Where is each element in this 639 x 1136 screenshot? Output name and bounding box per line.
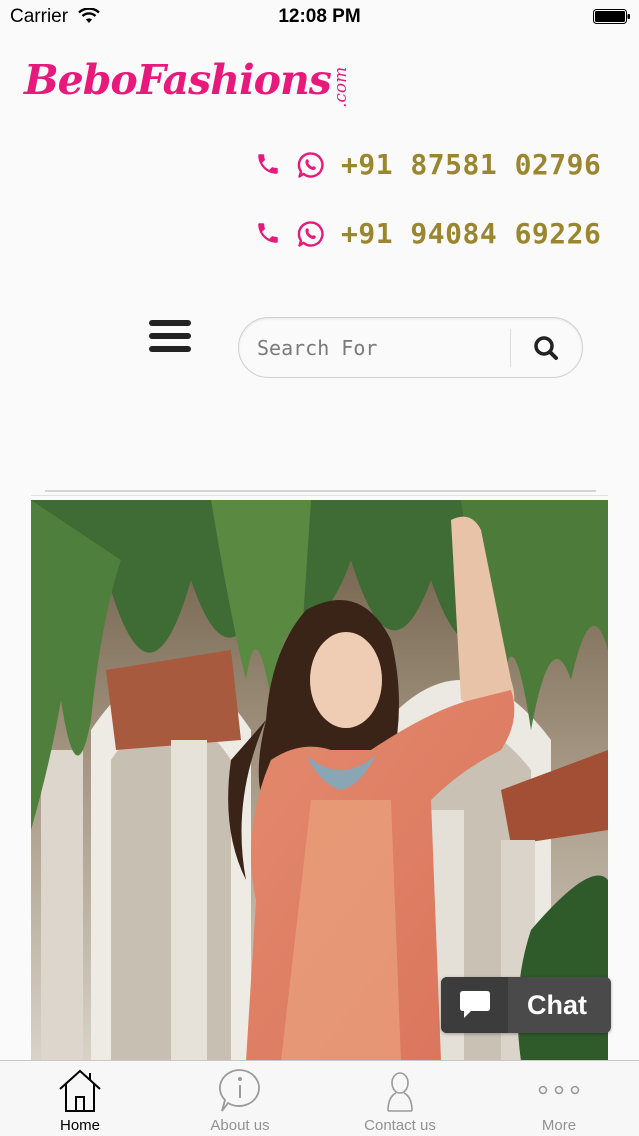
whatsapp-icon[interactable] — [297, 151, 325, 179]
svg-text:.com: .com — [331, 67, 351, 108]
chat-icon-wrap — [441, 977, 508, 1033]
divider — [31, 495, 608, 496]
phone-icon[interactable] — [255, 151, 281, 177]
brand-logo[interactable]: BeboFashions — [24, 56, 332, 104]
phone-number[interactable]: +91 94084 69226 — [341, 217, 601, 250]
info-icon — [219, 1069, 260, 1112]
tab-label: Contact us — [364, 1117, 436, 1134]
menu-icon[interactable] — [149, 320, 191, 354]
tab-more[interactable]: More — [479, 1061, 639, 1136]
phone-number[interactable]: +91 87581 02796 — [341, 148, 601, 181]
tab-label: About us — [210, 1117, 270, 1134]
home-icon — [59, 1069, 101, 1112]
tab-contact[interactable]: Contact us — [320, 1061, 480, 1136]
tab-home[interactable]: Home — [0, 1061, 160, 1136]
search-icon[interactable] — [522, 330, 572, 366]
status-bar: Carrier 12:08 PM — [0, 0, 639, 34]
tab-label: More — [541, 1117, 577, 1134]
search-input[interactable] — [257, 332, 507, 364]
contact-icon — [387, 1072, 413, 1112]
phone-icon[interactable] — [255, 220, 281, 246]
chat-button[interactable]: Chat — [441, 977, 611, 1033]
logo-suffix: .com — [331, 67, 351, 108]
search-divider — [510, 329, 511, 367]
tab-label: Home — [59, 1117, 100, 1134]
tab-about[interactable]: About us — [160, 1061, 320, 1136]
divider — [45, 490, 596, 492]
chat-label: Chat — [527, 990, 587, 1020]
tab-bar: Home About us Contact us More — [0, 1060, 639, 1136]
whatsapp-icon[interactable] — [297, 220, 325, 248]
battery-icon — [593, 9, 630, 24]
search-bar — [238, 317, 583, 378]
contact-row-2[interactable]: +91 94084 69226 — [255, 214, 625, 254]
status-time: 12:08 PM — [278, 6, 361, 27]
chat-bubble-icon — [460, 991, 490, 1018]
contact-row-1[interactable]: +91 87581 02796 — [255, 145, 625, 185]
more-icon — [538, 1085, 580, 1095]
